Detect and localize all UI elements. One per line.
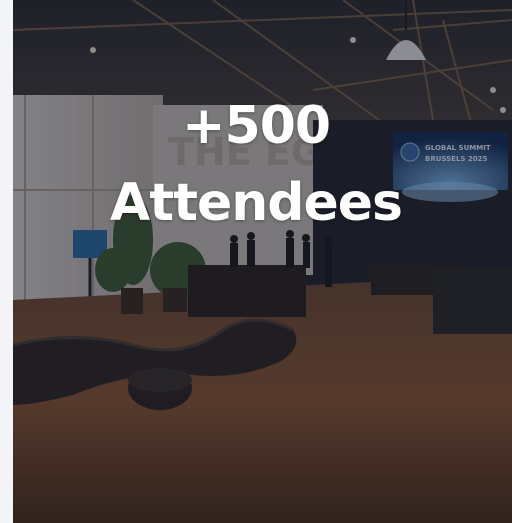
stat-card: THE EGG GLOBAL SUMMIT BRUSSELS 2025 +500… xyxy=(0,0,512,523)
dark-overlay xyxy=(13,0,512,523)
stat-label: Attendees xyxy=(110,173,403,233)
stat-number: +500 xyxy=(181,96,331,156)
venue-photo: THE EGG GLOBAL SUMMIT BRUSSELS 2025 xyxy=(13,0,512,523)
page-edge xyxy=(0,0,13,523)
